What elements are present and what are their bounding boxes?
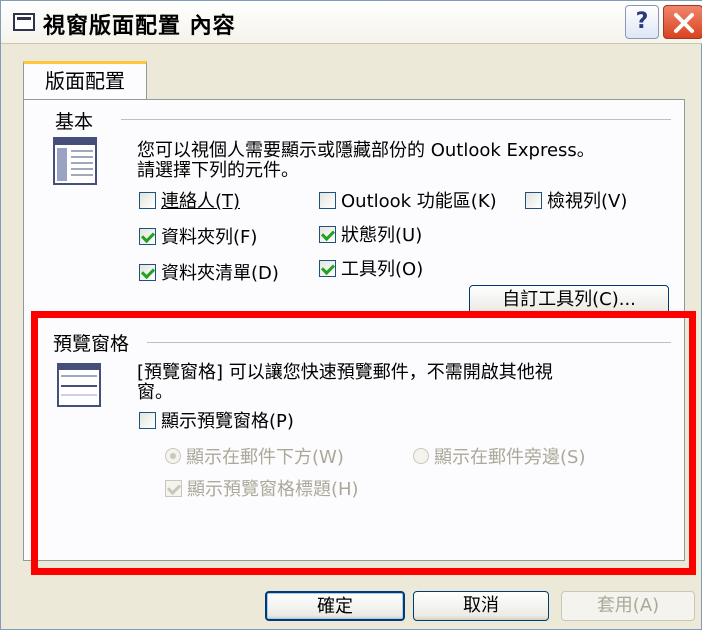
window-icon bbox=[13, 13, 35, 31]
basic-description: 您可以視個人需要顯示或隱藏部份的 Outlook Express。 請選擇下列的… bbox=[137, 141, 667, 181]
highlight-box bbox=[31, 311, 696, 575]
basic-description-line1: 您可以視個人需要顯示或隱藏部份的 Outlook Express。 bbox=[137, 140, 595, 161]
status-bar-checkbox[interactable]: 狀態列(U) bbox=[319, 221, 422, 247]
close-button[interactable] bbox=[663, 5, 702, 39]
views-bar-checkbox[interactable]: 檢視列(V) bbox=[525, 187, 627, 213]
close-icon bbox=[674, 13, 694, 33]
folder-list-checkbox[interactable]: 資料夾清單(D) bbox=[139, 259, 279, 285]
folder-bar-checkbox[interactable]: 資料夾列(F) bbox=[139, 223, 257, 249]
toolbar-checkbox[interactable]: 工具列(O) bbox=[319, 255, 423, 281]
folder-list-label: 資料夾清單(D) bbox=[161, 263, 279, 284]
basic-group-label: 基本 bbox=[55, 111, 94, 133]
toolbar-label: 工具列(O) bbox=[341, 259, 424, 280]
checkbox-box[interactable] bbox=[139, 227, 156, 245]
basic-group-divider bbox=[121, 119, 671, 120]
help-button[interactable]: ? bbox=[625, 5, 659, 39]
checkbox-box[interactable] bbox=[139, 263, 156, 281]
folder-bar-label: 資料夾列(F) bbox=[161, 227, 258, 248]
basic-description-line2: 請選擇下列的元件。 bbox=[137, 160, 299, 181]
status-bar-label: 狀態列(U) bbox=[341, 225, 423, 246]
checkbox-box[interactable] bbox=[525, 191, 542, 209]
outlook-bar-label: Outlook 功能區(K) bbox=[341, 191, 497, 212]
checkbox-box[interactable] bbox=[139, 191, 156, 209]
window-title: 視窗版面配置 內容 bbox=[43, 14, 236, 39]
apply-button[interactable]: 套用(A) bbox=[561, 591, 695, 621]
layout-icon bbox=[53, 137, 97, 185]
layout-properties-dialog: 視窗版面配置 內容 ? 版面配置 基本 您可以視個人需要顯示或隱藏部份的 Out… bbox=[0, 0, 702, 630]
outlook-bar-checkbox[interactable]: Outlook 功能區(K) bbox=[319, 187, 497, 213]
contacts-checkbox[interactable]: 連絡人(T) bbox=[139, 187, 240, 213]
views-bar-label: 檢視列(V) bbox=[547, 191, 628, 212]
checkbox-box[interactable] bbox=[319, 225, 336, 243]
checkbox-box[interactable] bbox=[319, 191, 336, 209]
checkbox-box[interactable] bbox=[319, 259, 336, 277]
cancel-button[interactable]: 取消 bbox=[413, 591, 549, 621]
contacts-label: 連絡人(T) bbox=[161, 191, 241, 212]
title-bar: 視窗版面配置 內容 ? bbox=[1, 1, 702, 44]
tab-layout[interactable]: 版面配置 bbox=[23, 61, 147, 101]
ok-button[interactable]: 確定 bbox=[265, 591, 405, 621]
